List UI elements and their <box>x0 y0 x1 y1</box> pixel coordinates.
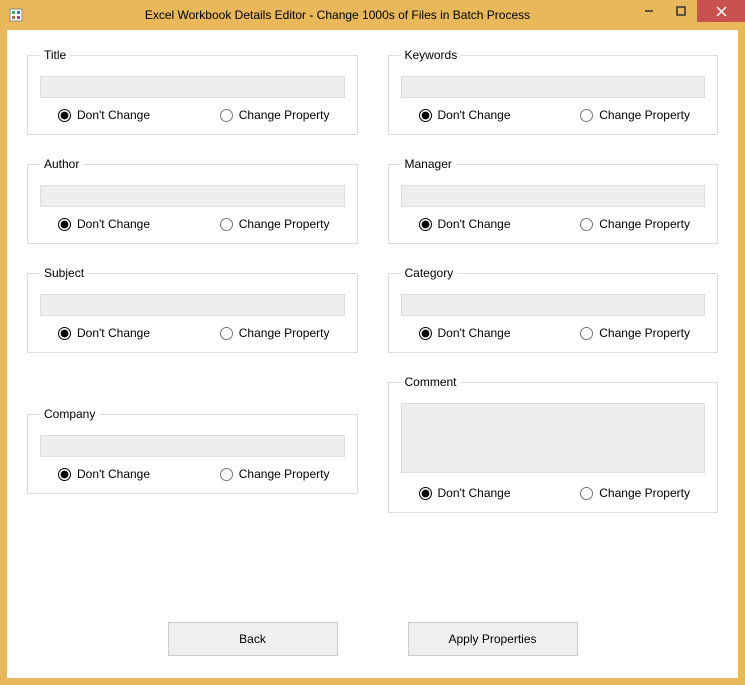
comment-change-property-radio[interactable]: Change Property <box>580 486 690 500</box>
manager-input[interactable] <box>401 185 706 207</box>
author-legend: Author <box>40 157 83 171</box>
comment-group: Comment Don't Change Change Property <box>388 375 719 513</box>
title-input[interactable] <box>40 76 345 98</box>
subject-change-property-radio[interactable]: Change Property <box>220 326 330 340</box>
keywords-change-property-radio[interactable]: Change Property <box>580 108 690 122</box>
keywords-legend: Keywords <box>401 48 462 62</box>
spacer <box>27 375 358 407</box>
comment-legend: Comment <box>401 375 461 389</box>
subject-dont-change-radio[interactable]: Don't Change <box>58 326 150 340</box>
app-window: Excel Workbook Details Editor - Change 1… <box>0 0 745 685</box>
company-change-property-radio[interactable]: Change Property <box>220 467 330 481</box>
manager-dont-change-radio[interactable]: Don't Change <box>419 217 511 231</box>
author-group: Author Don't Change Change Property <box>27 157 358 244</box>
subject-input[interactable] <box>40 294 345 316</box>
title-legend: Title <box>40 48 70 62</box>
subject-legend: Subject <box>40 266 88 280</box>
company-dont-change-radio[interactable]: Don't Change <box>58 467 150 481</box>
back-button[interactable]: Back <box>168 622 338 656</box>
title-group: Title Don't Change Change Property <box>27 48 358 135</box>
category-change-property-radio[interactable]: Change Property <box>580 326 690 340</box>
keywords-input[interactable] <box>401 76 706 98</box>
manager-group: Manager Don't Change Change Property <box>388 157 719 244</box>
titlebar[interactable]: Excel Workbook Details Editor - Change 1… <box>0 0 745 30</box>
manager-change-property-radio[interactable]: Change Property <box>580 217 690 231</box>
company-input[interactable] <box>40 435 345 457</box>
close-button[interactable] <box>697 0 745 22</box>
category-legend: Category <box>401 266 458 280</box>
company-group: Company Don't Change Change Property <box>27 407 358 494</box>
right-column: Keywords Don't Change Change Property <box>388 48 719 535</box>
apply-properties-button[interactable]: Apply Properties <box>408 622 578 656</box>
left-column: Title Don't Change Change Property <box>27 48 358 535</box>
form-columns: Title Don't Change Change Property <box>27 48 718 535</box>
category-input[interactable] <box>401 294 706 316</box>
keywords-group: Keywords Don't Change Change Property <box>388 48 719 135</box>
window-controls <box>633 0 745 22</box>
company-legend: Company <box>40 407 99 421</box>
comment-input[interactable] <box>401 403 706 473</box>
title-change-property-radio[interactable]: Change Property <box>220 108 330 122</box>
keywords-dont-change-radio[interactable]: Don't Change <box>419 108 511 122</box>
title-dont-change-radio[interactable]: Don't Change <box>58 108 150 122</box>
comment-dont-change-radio[interactable]: Don't Change <box>419 486 511 500</box>
button-row: Back Apply Properties <box>7 622 738 656</box>
manager-legend: Manager <box>401 157 456 171</box>
category-group: Category Don't Change Change Property <box>388 266 719 353</box>
category-dont-change-radio[interactable]: Don't Change <box>419 326 511 340</box>
maximize-button[interactable] <box>665 0 697 22</box>
client-area: Title Don't Change Change Property <box>7 30 738 678</box>
minimize-button[interactable] <box>633 0 665 22</box>
author-change-property-radio[interactable]: Change Property <box>220 217 330 231</box>
author-dont-change-radio[interactable]: Don't Change <box>58 217 150 231</box>
app-icon <box>8 7 24 23</box>
subject-group: Subject Don't Change Change Property <box>27 266 358 353</box>
author-input[interactable] <box>40 185 345 207</box>
